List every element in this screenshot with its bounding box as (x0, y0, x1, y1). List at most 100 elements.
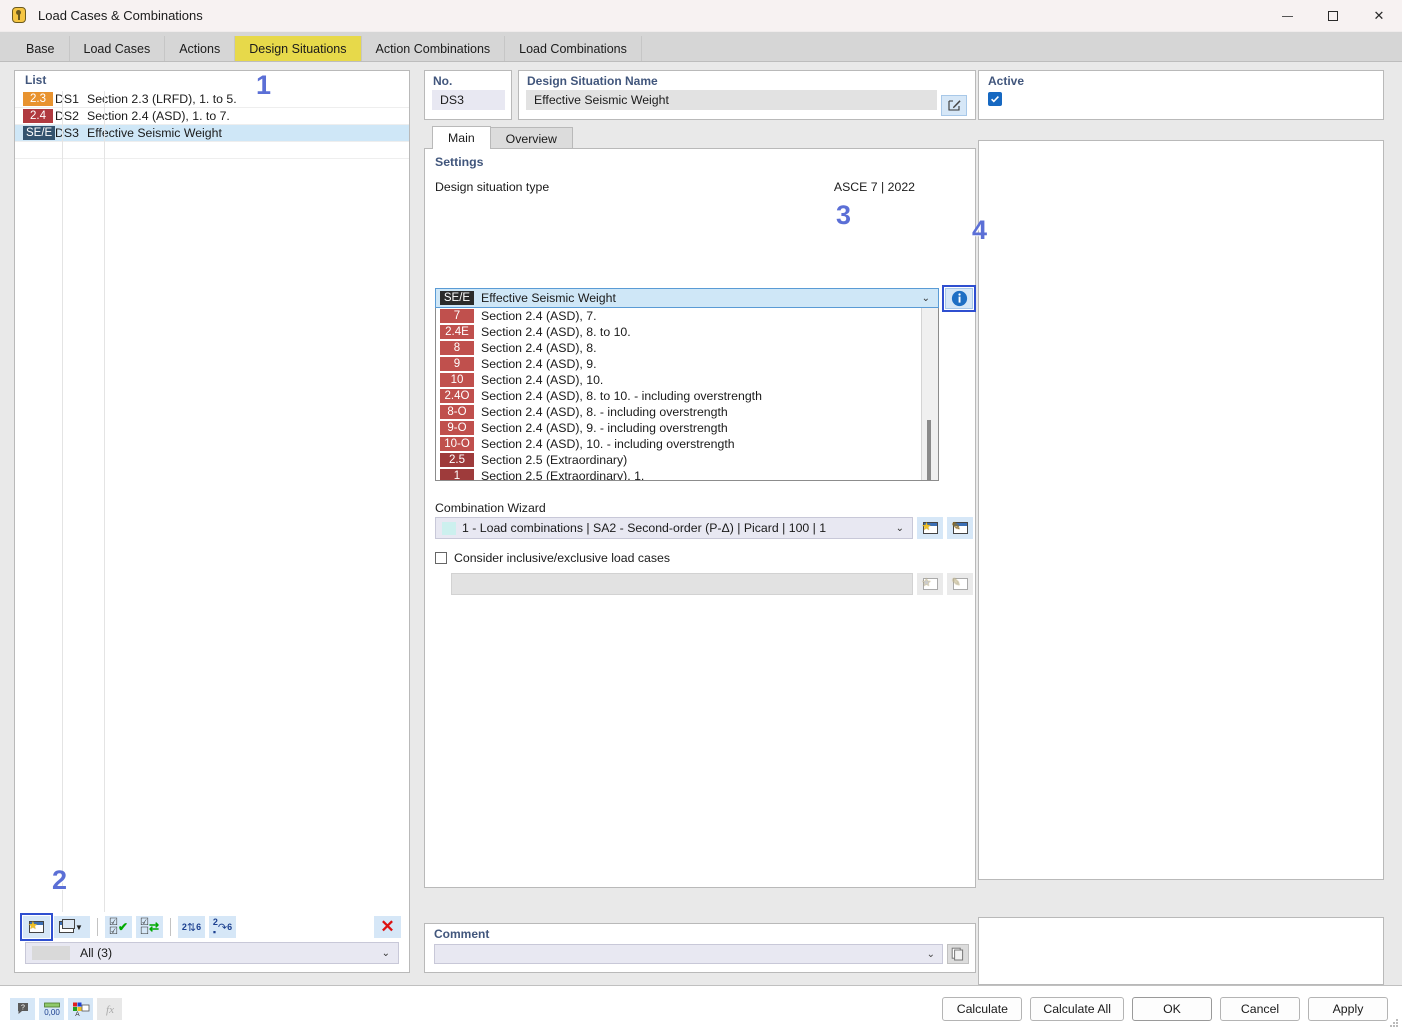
item-badge: 2.5 (440, 453, 474, 467)
chevron-down-icon[interactable]: ⌄ (922, 293, 930, 304)
color-palette-icon[interactable]: A (68, 998, 93, 1020)
item-label: Section 2.4 (ASD), 9. - including overst… (481, 421, 728, 435)
tab-load-combinations[interactable]: Load Combinations (505, 36, 642, 61)
list-item[interactable]: 2.4E Section 2.4 (ASD), 8. to 10. (436, 324, 921, 340)
name-input[interactable]: Effective Seismic Weight (526, 90, 937, 110)
tab-design-situations[interactable]: Design Situations (235, 36, 362, 61)
combination-wizard-dropdown[interactable]: 1 - Load combinations | SA2 - Second-ord… (435, 517, 913, 539)
main-settings-card: Settings Design situation type ASCE 7 | … (424, 148, 976, 888)
item-label: Section 2.5 (Extraordinary) (481, 453, 628, 467)
design-situations-list[interactable]: 2.3 DS1 Section 2.3 (LRFD), 1. to 5. 2.4… (15, 91, 409, 912)
tab-base[interactable]: Base (12, 36, 70, 61)
new-window-star-icon[interactable]: ★ (917, 517, 943, 539)
new-design-situation-button[interactable]: ★ (20, 913, 53, 941)
tab-main[interactable]: Main (432, 126, 491, 149)
calculate-all-button[interactable]: Calculate All (1030, 997, 1124, 1021)
chevron-down-icon[interactable]: ⌄ (382, 948, 390, 959)
toolbar-divider (170, 918, 171, 936)
dialog-body: List 2.3 DS1 Section 2.3 (LRFD), 1. to 5… (0, 61, 1402, 985)
chevron-down-icon[interactable]: ⌄ (927, 949, 935, 960)
item-label: Section 2.4 (ASD), 7. (481, 309, 597, 323)
chevron-down-icon[interactable]: ⌄ (896, 523, 904, 534)
item-badge: 8 (440, 341, 474, 355)
comment-row: ⌄ (434, 944, 969, 964)
list-item[interactable]: 8-O Section 2.4 (ASD), 8. - including ove… (436, 404, 921, 420)
combination-wizard-label: Combination Wizard (435, 501, 546, 515)
item-badge: 9-O (440, 421, 474, 435)
design-situations-list-panel: List 2.3 DS1 Section 2.3 (LRFD), 1. to 5… (14, 70, 410, 973)
chevron-down-icon[interactable]: ▼ (75, 923, 83, 932)
tab-load-cases[interactable]: Load Cases (69, 36, 166, 61)
list-item[interactable]: 2.4O Section 2.4 (ASD), 8. to 10. - inclu… (436, 388, 921, 404)
info-circle-icon[interactable] (942, 285, 976, 312)
edit-window-icon: ✎ (947, 573, 973, 595)
list-item[interactable]: 10-O Section 2.4 (ASD), 10. - including o… (436, 436, 921, 452)
status-badge: SE/E (23, 126, 55, 140)
apply-button[interactable]: Apply (1308, 997, 1388, 1021)
comment-input[interactable]: ⌄ (434, 944, 943, 964)
list-item[interactable]: 9 Section 2.4 (ASD), 9. (436, 356, 921, 372)
table-row[interactable]: SE/E DS3 Effective Seismic Weight (15, 125, 409, 142)
tab-action-combinations[interactable]: Action Combinations (361, 36, 506, 61)
item-badge: 10-O (440, 437, 474, 451)
tab-overview[interactable]: Overview (489, 127, 573, 149)
list-header-label: List (25, 73, 47, 87)
row-name: Section 2.3 (LRFD), 1. to 5. (87, 92, 237, 106)
inclusive-exclusive-field (451, 573, 913, 595)
svg-text:?: ? (21, 1005, 25, 1012)
dropdown-scrollbar[interactable] (921, 308, 938, 480)
list-item[interactable]: 8 Section 2.4 (ASD), 8. (436, 340, 921, 356)
row-name: Section 2.4 (ASD), 1. to 7. (87, 109, 230, 123)
detail-panel: No. DS3 Design Situation Name Effective … (424, 70, 976, 973)
close-icon[interactable]: ✕ (1356, 0, 1402, 32)
minimize-icon[interactable] (1264, 0, 1310, 32)
list-item[interactable]: 2.5 Section 2.5 (Extraordinary) (436, 452, 921, 468)
maximize-icon[interactable] (1310, 0, 1356, 32)
new-window-star-icon: ★ (917, 573, 943, 595)
list-item[interactable]: 7 Section 2.4 (ASD), 7. (436, 308, 921, 324)
cancel-button[interactable]: Cancel (1220, 997, 1300, 1021)
resize-grip[interactable] (1389, 1019, 1399, 1029)
scrollbar-thumb[interactable] (927, 420, 931, 480)
design-situation-type-combobox[interactable]: SE/E Effective Seismic Weight ⌄ (435, 288, 939, 308)
combobox-selected-value[interactable]: SE/E Effective Seismic Weight ⌄ (435, 288, 939, 308)
list-item[interactable]: 1 Section 2.5 (Extraordinary), 1. (436, 468, 921, 480)
number-format-icon[interactable]: 0,00 (39, 998, 64, 1020)
calculate-button[interactable]: Calculate (942, 997, 1023, 1021)
comment-label: Comment (434, 927, 490, 941)
list-item[interactable]: 10 Section 2.4 (ASD), 10. (436, 372, 921, 388)
list-filter-dropdown[interactable]: All (3) ⌄ (25, 942, 399, 964)
selected-type-badge: SE/E (440, 291, 474, 305)
edit-pencil-icon[interactable] (941, 95, 967, 116)
select-all-button[interactable]: ☑ ☑ ✔ (105, 916, 132, 938)
consider-inclusive-exclusive-checkbox[interactable]: Consider inclusive/exclusive load cases (435, 551, 670, 565)
active-checkbox[interactable] (988, 92, 1002, 106)
status-badge: 2.3 (23, 92, 53, 106)
dialog-footer: ? 0,00 A fx Calculate Calculate All OK C… (0, 985, 1402, 1032)
edit-window-icon[interactable]: ✎ (947, 517, 973, 539)
title-bar: Load Cases & Combinations ✕ (0, 0, 1402, 32)
checkbox-box[interactable] (435, 552, 447, 564)
app-key-icon (11, 6, 29, 25)
ok-button[interactable]: OK (1132, 997, 1212, 1021)
svg-text:0,00: 0,00 (44, 1008, 60, 1017)
number-value[interactable]: DS3 (432, 90, 505, 110)
table-row[interactable]: 2.3 DS1 Section 2.3 (LRFD), 1. to 5. (15, 91, 409, 108)
renumber-button[interactable]: 2 ⇅ 6 (178, 916, 205, 938)
item-badge: 1 (440, 469, 474, 480)
tab-actions[interactable]: Actions (165, 36, 236, 61)
invert-selection-button[interactable]: ☑ ☐ ⇄ (136, 916, 163, 938)
annotation-1: 1 (256, 70, 272, 100)
delete-button[interactable]: ✕ (374, 916, 401, 938)
sort-button[interactable]: 2 ▪ ↷ 6 (209, 916, 236, 938)
design-situation-type-dropdown-list[interactable]: 7 Section 2.4 (ASD), 7. 2.4E Section 2.4 (… (435, 308, 939, 481)
list-item[interactable]: 9-O Section 2.4 (ASD), 9. - including ove… (436, 420, 921, 436)
table-row[interactable]: 2.4 DS2 Section 2.4 (ASD), 1. to 7. (15, 108, 409, 125)
header-fields: No. DS3 Design Situation Name Effective … (424, 70, 976, 120)
copy-pages-icon[interactable] (947, 944, 969, 964)
copy-design-situation-button[interactable]: ▼ (54, 916, 90, 938)
item-badge: 2.4E (440, 325, 474, 339)
row-number: DS3 (55, 126, 79, 140)
item-label: Section 2.4 (ASD), 9. (481, 357, 597, 371)
question-bubble-icon[interactable]: ? (10, 998, 35, 1020)
